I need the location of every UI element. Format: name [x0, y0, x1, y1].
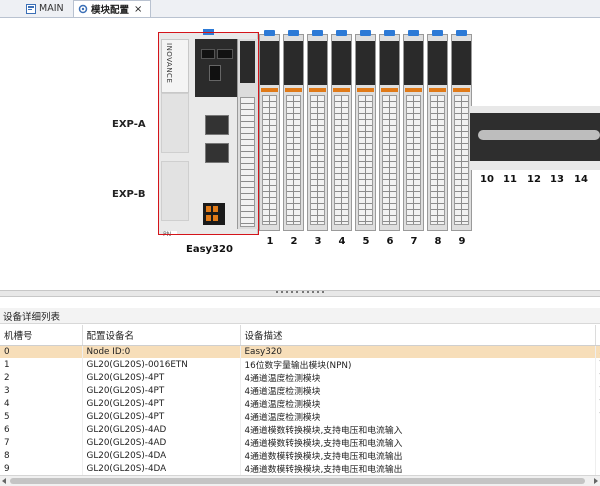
description-cell: 4通道温度检测模块: [240, 410, 596, 423]
scroll-left-icon[interactable]: [2, 478, 6, 484]
table-row[interactable]: 4GL20(GL20S)-4PT4通道温度检测模块Y: [0, 397, 600, 410]
expansion-module[interactable]: [283, 30, 304, 231]
table-row[interactable]: 1GL20(GL20S)-0016ETN16位数字量输出模块(NPN)Y: [0, 358, 600, 371]
slot-number-label: 1: [266, 236, 274, 247]
description-cell: 4通道温度检测模块: [240, 384, 596, 397]
expansion-module[interactable]: [427, 30, 448, 231]
config-gear-icon: [78, 4, 88, 14]
description-cell: 4通道模数转换模块,支持电压和电流输入: [240, 423, 596, 436]
expansion-module[interactable]: [259, 30, 280, 231]
horizontal-scrollbar[interactable]: [0, 475, 600, 486]
description-cell: Easy320: [240, 345, 596, 358]
device-name-cell: GL20(GL20S)-0016ETN: [82, 358, 241, 371]
expansion-module[interactable]: [379, 30, 400, 231]
slot-cell: 4: [0, 397, 83, 410]
extra-cell: X: [595, 345, 600, 358]
device-name-cell: Node ID:0: [82, 345, 241, 358]
slot-cell: 9: [0, 462, 83, 475]
empty-slot-number[interactable]: 13: [550, 174, 564, 185]
slot-cell: 3: [0, 384, 83, 397]
description-cell: 4通道数模转换模块,支持电压和电流输出: [240, 462, 596, 475]
expansion-module[interactable]: [403, 30, 424, 231]
slot-number-label: 5: [362, 236, 370, 247]
exp-b-label: EXP-B: [112, 189, 146, 200]
table-row[interactable]: 0Node ID:0Easy320X: [0, 345, 600, 358]
table-row[interactable]: 6GL20(GL20S)-4AD4通道模数转换模块,支持电压和电流输入D: [0, 423, 600, 436]
device-name-cell: GL20(GL20S)-4PT: [82, 410, 241, 423]
slot-cell: 5: [0, 410, 83, 423]
scrollbar-thumb[interactable]: [10, 478, 585, 484]
empty-slot-number[interactable]: 10: [480, 174, 494, 185]
cpu-name-label: Easy320: [186, 244, 233, 255]
empty-slot-number[interactable]: 14: [574, 174, 588, 185]
table-row[interactable]: 7GL20(GL20S)-4AD4通道模数转换模块,支持电压和电流输入D: [0, 436, 600, 449]
slot-cell: 0: [0, 345, 83, 358]
tab-main[interactable]: MAIN: [22, 0, 72, 17]
table-row[interactable]: 3GL20(GL20S)-4PT4通道温度检测模块Y: [0, 384, 600, 397]
extra-cell: D: [595, 462, 600, 475]
extra-cell: Y: [595, 371, 600, 384]
extra-cell: D: [595, 436, 600, 449]
splitter-grip-icon: [276, 291, 324, 294]
slot-cell: 1: [0, 358, 83, 371]
slot-number-label: 9: [458, 236, 466, 247]
extra-cell: Y: [595, 384, 600, 397]
slot-number-label: 3: [314, 236, 322, 247]
slot-cell: 6: [0, 423, 83, 436]
hardware-config-canvas: EXP-A EXP-B INOVANCE PN 123456789 10 11 …: [0, 18, 600, 290]
slot-cell: 2: [0, 371, 83, 384]
extra-cell: D: [595, 449, 600, 462]
empty-slot-number[interactable]: 11: [503, 174, 517, 185]
close-icon[interactable]: ×: [134, 4, 142, 15]
device-name-cell: GL20(GL20S)-4PT: [82, 384, 241, 397]
empty-slot-number[interactable]: 12: [527, 174, 541, 185]
device-detail-table: 机槽号 配置设备名 设备描述 D 0Node ID:0Easy320X1GL20…: [0, 325, 600, 475]
scroll-right-icon[interactable]: [594, 478, 598, 484]
device-name-cell: GL20(GL20S)-4AD: [82, 423, 241, 436]
device-name-cell: GL20(GL20S)-4PT: [82, 371, 241, 384]
cpu-selection-frame: [158, 32, 259, 235]
slot-number-label: 6: [386, 236, 394, 247]
slot-number-label: 2: [290, 236, 298, 247]
tab-module-config[interactable]: 模块配置 ×: [73, 0, 151, 17]
extra-cell: Y: [595, 358, 600, 371]
slot-cell: 7: [0, 436, 83, 449]
din-rail: [470, 113, 600, 161]
column-header-device-name[interactable]: 配置设备名: [82, 325, 241, 346]
description-cell: 4通道温度检测模块: [240, 371, 596, 384]
description-cell: 16位数字量输出模块(NPN): [240, 358, 596, 371]
table-row[interactable]: 2GL20(GL20S)-4PT4通道温度检测模块Y: [0, 371, 600, 384]
expansion-module[interactable]: [451, 30, 472, 231]
column-header-extra[interactable]: D: [595, 325, 600, 346]
extra-cell: Y: [595, 410, 600, 423]
tab-main-label: MAIN: [39, 3, 64, 14]
tab-module-config-label: 模块配置: [91, 5, 130, 16]
document-tab-bar: MAIN 模块配置 ×: [0, 0, 600, 18]
slot-number-label: 4: [338, 236, 346, 247]
device-name-cell: GL20(GL20S)-4DA: [82, 449, 241, 462]
device-name-cell: GL20(GL20S)-4PT: [82, 397, 241, 410]
column-header-slot[interactable]: 机槽号: [0, 325, 83, 346]
description-cell: 4通道温度检测模块: [240, 397, 596, 410]
extra-cell: D: [595, 423, 600, 436]
exp-a-label: EXP-A: [112, 119, 146, 130]
device-name-cell: GL20(GL20S)-4AD: [82, 436, 241, 449]
device-list-title: 设备详细列表: [0, 308, 600, 324]
expansion-module[interactable]: [355, 30, 376, 231]
table-header-row: 机槽号 配置设备名 设备描述 D: [0, 325, 600, 346]
description-cell: 4通道数模转换模块,支持电压和电流输出: [240, 449, 596, 462]
slot-cell: 8: [0, 449, 83, 462]
column-header-description[interactable]: 设备描述: [240, 325, 596, 346]
expansion-module[interactable]: [331, 30, 352, 231]
slot-number-label: 7: [410, 236, 418, 247]
description-cell: 4通道模数转换模块,支持电压和电流输入: [240, 436, 596, 449]
table-row[interactable]: 9GL20(GL20S)-4DA4通道数模转换模块,支持电压和电流输出D: [0, 462, 600, 475]
table-row[interactable]: 8GL20(GL20S)-4DA4通道数模转换模块,支持电压和电流输出D: [0, 449, 600, 462]
program-icon: [26, 3, 36, 14]
device-name-cell: GL20(GL20S)-4DA: [82, 462, 241, 475]
table-row[interactable]: 5GL20(GL20S)-4PT4通道温度检测模块Y: [0, 410, 600, 423]
extra-cell: Y: [595, 397, 600, 410]
expansion-module[interactable]: [307, 30, 328, 231]
slot-number-label: 8: [434, 236, 442, 247]
